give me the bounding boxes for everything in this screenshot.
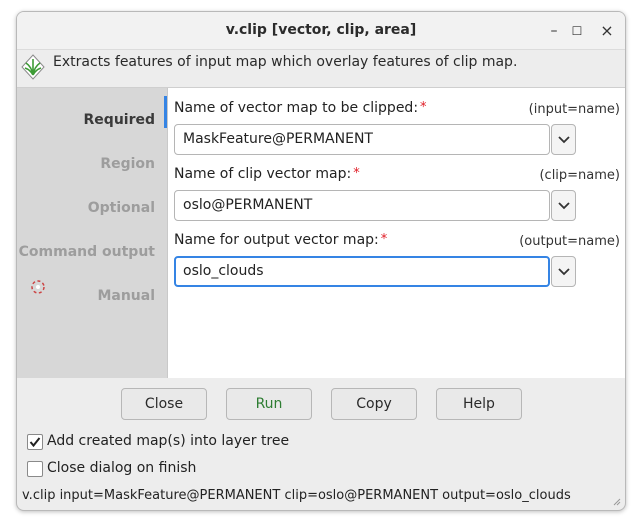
sidebar-item-command-output[interactable]: Command output — [19, 244, 155, 260]
module-description: Extracts features of input map which ove… — [53, 54, 518, 70]
grass-logo-icon — [20, 53, 46, 81]
sidebar-item-region[interactable]: Region — [100, 156, 155, 172]
close-on-finish-label: Close dialog on finish — [47, 460, 197, 476]
sidebar-item-required[interactable]: Required — [84, 112, 155, 128]
output-map-label: Name for output vector map: * — [174, 232, 387, 248]
output-param-key: (output=name) — [519, 234, 620, 249]
title-bar[interactable]: v.clip [vector, clip, area] – ☐ × — [17, 12, 625, 50]
output-map-input[interactable]: oslo_clouds — [174, 256, 550, 287]
output-map-label-text: Name for output vector map: — [174, 232, 379, 248]
chevron-down-icon — [558, 268, 570, 276]
required-asterisk: * — [380, 232, 388, 247]
sidebar-item-optional[interactable]: Optional — [88, 200, 155, 216]
input-map-label: Name of vector map to be clipped: * — [174, 100, 427, 116]
checkmark-icon — [29, 437, 41, 448]
clip-map-label-text: Name of clip vector map: — [174, 166, 352, 182]
close-icon[interactable]: × — [596, 20, 618, 42]
module-description-bar: Extracts features of input map which ove… — [17, 50, 625, 88]
sidebar-item-manual[interactable]: Manual — [97, 288, 155, 304]
lifebuoy-icon — [29, 278, 47, 296]
clip-map-dropdown-button[interactable] — [551, 190, 576, 221]
input-map-label-text: Name of vector map to be clipped: — [174, 100, 419, 116]
clip-map-label: Name of clip vector map: * — [174, 166, 360, 182]
add-to-layer-tree-label: Add created map(s) into layer tree — [47, 433, 290, 449]
copy-button[interactable]: Copy — [331, 388, 417, 420]
input-param-key: (input=name) — [528, 102, 620, 117]
maximize-icon[interactable]: ☐ — [566, 20, 588, 42]
required-asterisk: * — [353, 166, 360, 181]
window-title: v.clip [vector, clip, area] — [225, 22, 417, 38]
clip-param-key: (clip=name) — [539, 168, 620, 183]
required-panel: Name of vector map to be clipped: * (inpu… — [167, 88, 625, 378]
help-button[interactable]: Help — [436, 388, 522, 420]
input-map-dropdown-button[interactable] — [551, 124, 576, 155]
close-button[interactable]: Close — [121, 388, 207, 420]
resize-grip-icon[interactable] — [611, 496, 621, 506]
output-map-dropdown-button[interactable] — [551, 256, 576, 287]
input-map-combo[interactable]: MaskFeature@PERMANENT — [174, 124, 550, 155]
sidebar: Required Region Optional Command output … — [17, 88, 167, 378]
run-button[interactable]: Run — [226, 388, 312, 420]
chevron-down-icon — [558, 202, 570, 210]
required-asterisk: * — [420, 100, 427, 115]
close-on-finish-checkbox[interactable] — [27, 461, 43, 477]
dialog-window: v.clip [vector, clip, area] – ☐ × Extrac… — [16, 11, 626, 511]
clip-map-combo[interactable]: oslo@PERMANENT — [174, 190, 550, 221]
command-preview: v.clip input=MaskFeature@PERMANENT clip=… — [22, 488, 571, 503]
add-to-layer-tree-checkbox[interactable] — [27, 434, 43, 450]
minimize-icon[interactable]: – — [543, 20, 565, 42]
chevron-down-icon — [558, 136, 570, 144]
